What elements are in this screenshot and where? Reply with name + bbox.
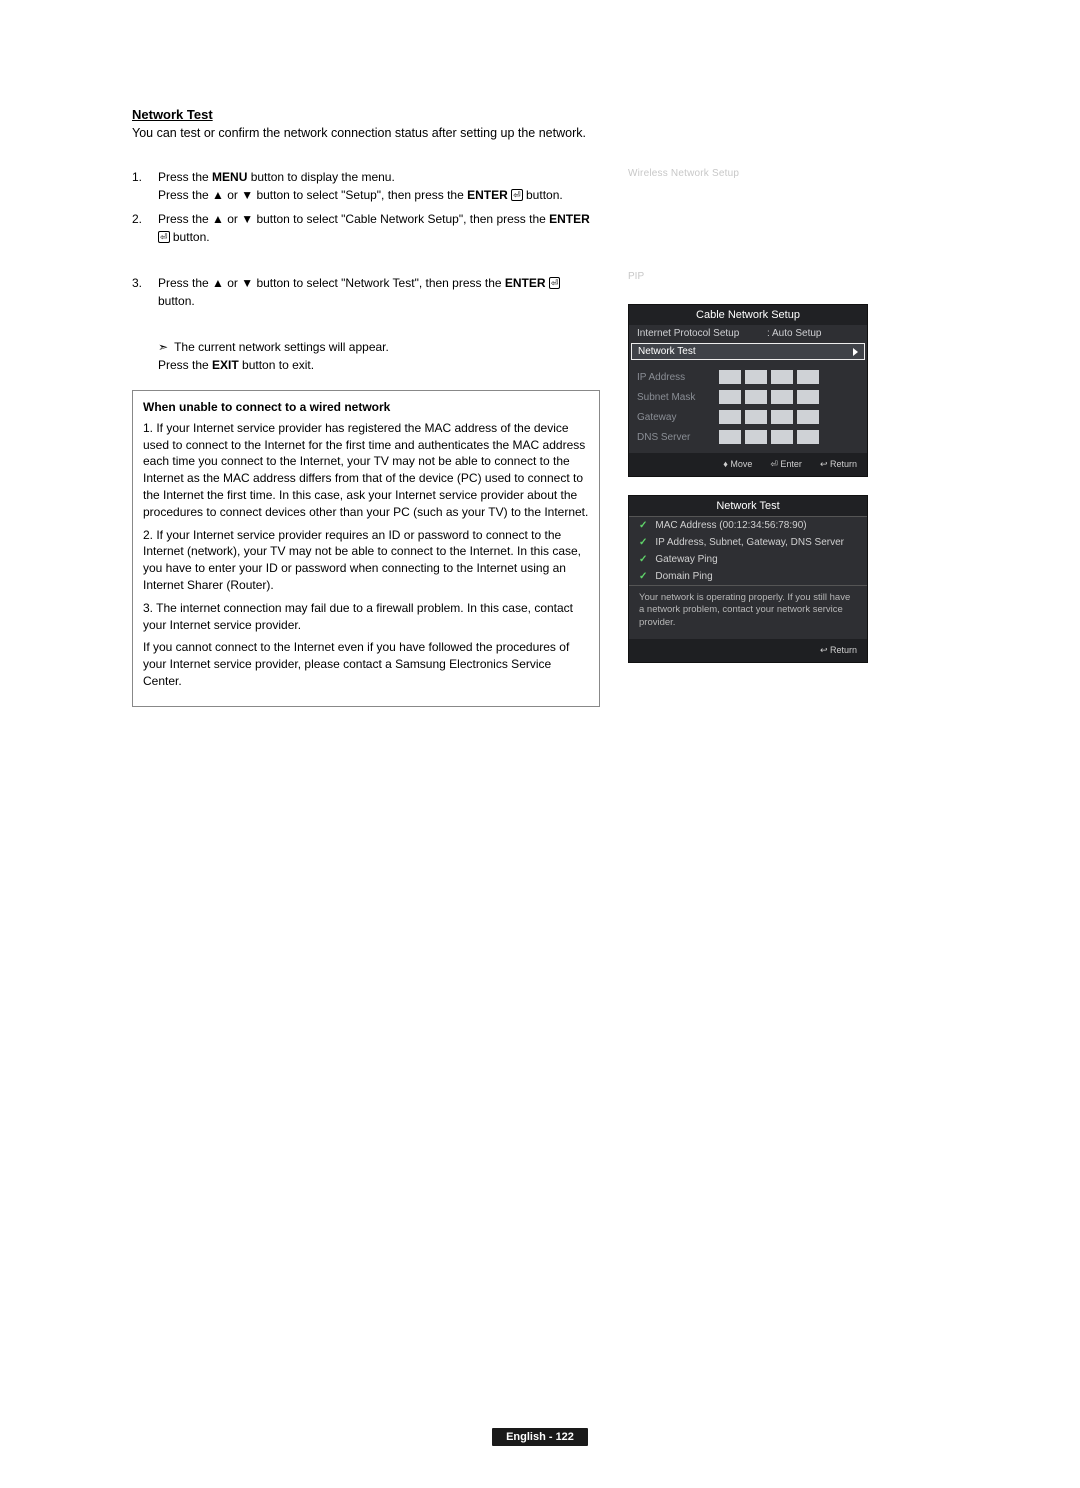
osd1-network-test-row[interactable]: Network Test <box>631 343 865 360</box>
section-title: Network Test <box>132 107 600 122</box>
steps-block-2: 3.Press the ▲ or ▼ button to select "Net… <box>132 274 600 310</box>
right-arrow-icon <box>853 348 858 356</box>
enter-icon: ⏎ <box>549 277 561 289</box>
return-hint: ↩ Return <box>820 645 857 656</box>
box-title: When unable to connect to a wired networ… <box>143 399 589 416</box>
checkmark-icon: ✓ <box>639 554 647 565</box>
osd-ip-row: Subnet Mask <box>629 387 867 407</box>
osd1-protocol-row[interactable]: Internet Protocol Setup : Auto Setup <box>629 325 867 342</box>
ip-cell <box>745 410 767 424</box>
step-item: 3.Press the ▲ or ▼ button to select "Net… <box>132 274 600 310</box>
checkmark-icon: ✓ <box>639 520 647 531</box>
osd-cable-network-setup: Cable Network Setup Internet Protocol Se… <box>628 304 868 477</box>
intro-text: You can test or confirm the network conn… <box>132 126 600 140</box>
osd-network-test: Network Test ✓MAC Address (00:12:34:56:7… <box>628 495 868 663</box>
osd2-title: Network Test <box>629 496 867 517</box>
move-hint: ♦ Move <box>723 459 752 470</box>
osd1-title: Cable Network Setup <box>629 305 867 325</box>
ip-cell <box>719 370 741 384</box>
box-item: 3. The internet connection may fail due … <box>143 600 589 634</box>
page-footer: English - 122 <box>0 1428 1080 1446</box>
osd-check-row: ✓IP Address, Subnet, Gateway, DNS Server <box>629 534 867 551</box>
ip-cell <box>719 410 741 424</box>
ip-cell <box>797 430 819 444</box>
step-number: 3. <box>132 274 158 310</box>
step-number: 2. <box>132 210 158 246</box>
step-body: Press the MENU button to display the men… <box>158 168 600 204</box>
step-body: Press the ▲ or ▼ button to select "Cable… <box>158 210 600 246</box>
step-body: Press the ▲ or ▼ button to select "Netwo… <box>158 274 600 310</box>
step-item: 1.Press the MENU button to display the m… <box>132 168 600 204</box>
subnote: ➣ The current network settings will appea… <box>132 338 600 356</box>
page-number-pill: English - 122 <box>492 1428 588 1446</box>
ip-cell <box>797 410 819 424</box>
osd-ip-row: IP Address <box>629 367 867 387</box>
box-item: 1. If your Internet service provider has… <box>143 420 589 521</box>
ip-cell <box>797 390 819 404</box>
enter-hint: ⏎ Enter <box>770 459 802 470</box>
osd-check-row: ✓MAC Address (00:12:34:56:78:90) <box>629 517 867 534</box>
wireless-setup-label: Wireless Network Setup <box>628 168 868 179</box>
ip-cell <box>797 370 819 384</box>
ip-cell <box>719 430 741 444</box>
osd-check-row: ✓Gateway Ping <box>629 551 867 568</box>
osd2-footer: ↩ Return <box>629 639 867 662</box>
return-hint: ↩ Return <box>820 459 857 470</box>
step-item: 2.Press the ▲ or ▼ button to select "Cab… <box>132 210 600 246</box>
enter-icon: ⏎ <box>511 189 523 201</box>
ip-cell <box>745 390 767 404</box>
box-item: 2. If your Internet service provider req… <box>143 527 589 594</box>
ip-cell <box>745 430 767 444</box>
checkmark-icon: ✓ <box>639 537 647 548</box>
osd1-footer: ♦ Move ⏎ Enter ↩ Return <box>629 453 867 476</box>
ip-cell <box>771 430 793 444</box>
subnote-exit: Press the EXIT button to exit. <box>132 356 600 374</box>
ip-cell <box>771 370 793 384</box>
subnote-arrow-icon: ➣ <box>158 340 168 354</box>
osd-ip-row: Gateway <box>629 407 867 427</box>
box-tail: If you cannot connect to the Internet ev… <box>143 639 589 689</box>
osd2-message: Your network is operating properly. If y… <box>629 585 867 639</box>
ip-cell <box>719 390 741 404</box>
osd-ip-row: DNS Server <box>629 427 867 447</box>
ip-cell <box>771 390 793 404</box>
subnote-text: The current network settings will appear… <box>174 340 389 354</box>
steps-block-1: 1.Press the MENU button to display the m… <box>132 168 600 246</box>
step-number: 1. <box>132 168 158 204</box>
ip-cell <box>745 370 767 384</box>
troubleshoot-box: When unable to connect to a wired networ… <box>132 390 600 707</box>
pip-label: PIP <box>628 271 868 282</box>
checkmark-icon: ✓ <box>639 571 647 582</box>
ip-cell <box>771 410 793 424</box>
osd-check-row: ✓Domain Ping <box>629 568 867 585</box>
enter-icon: ⏎ <box>158 231 170 243</box>
